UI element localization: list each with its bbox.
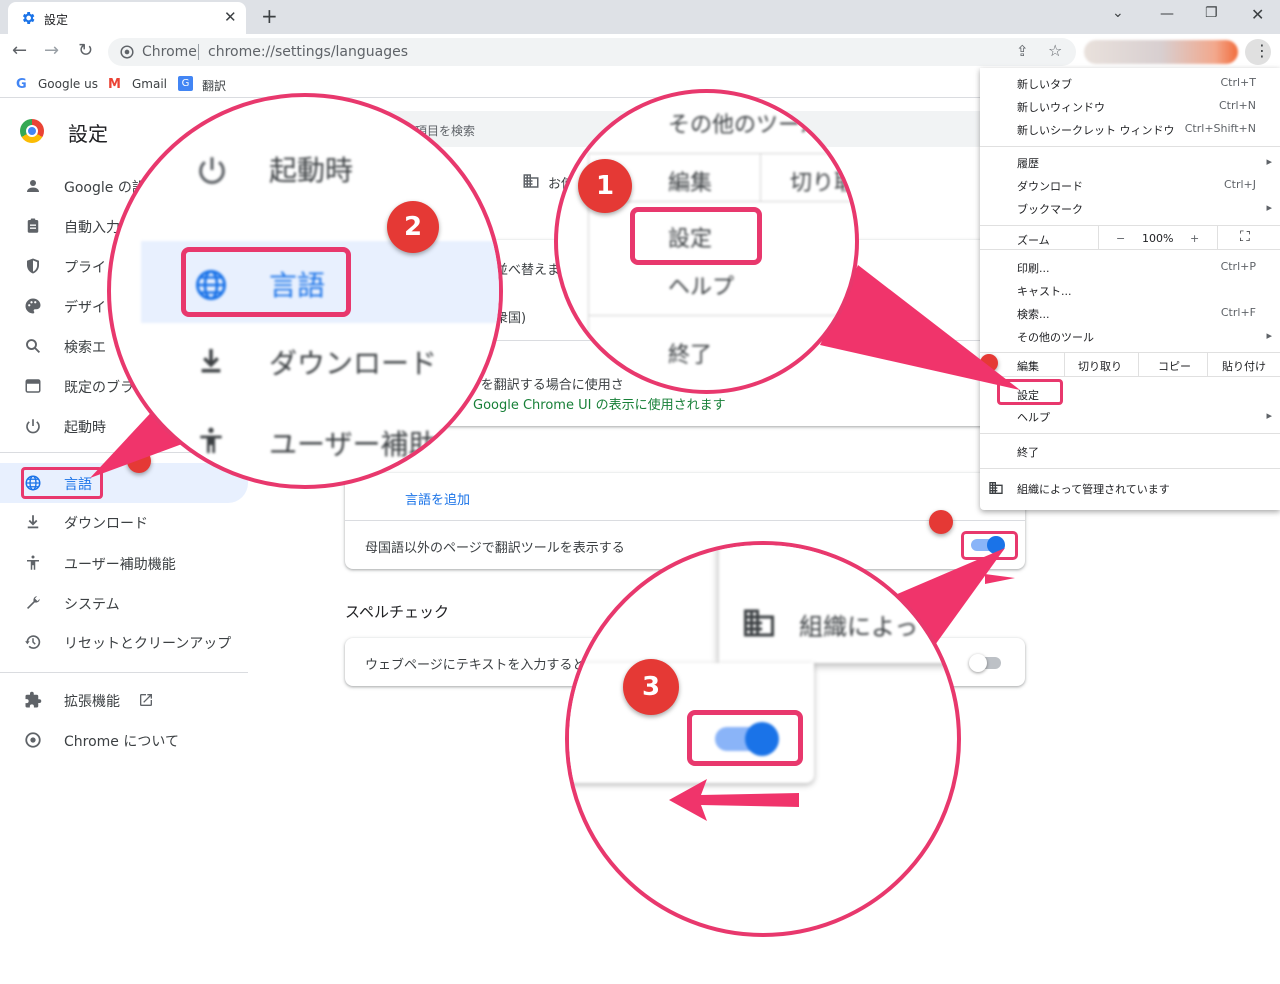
zoom-edit: 編集 xyxy=(668,171,713,196)
accessibility-icon xyxy=(200,427,222,453)
zoom-circle-sidebar: 起動時 言語 ダウンロード ユーザー補助機 2 xyxy=(107,93,503,489)
zoom-startup-label: 起動時 xyxy=(269,154,354,187)
highlight-zoom-toggle xyxy=(687,710,803,766)
step1-badge: 1 xyxy=(578,159,632,213)
zoom-managed-label: 組織によって xyxy=(799,613,942,641)
download-icon xyxy=(201,349,221,373)
zoom-circle-menu: その他のツール 編集 切り取 設定 ヘルプ 終了 1 xyxy=(554,89,859,394)
zoom-circle-toggle: 組織によって 3 xyxy=(565,541,961,937)
managed-building-icon xyxy=(744,609,774,637)
highlight-zoom-language xyxy=(181,247,351,317)
zoom-exit: 終了 xyxy=(668,343,713,368)
zoom-cut: 切り取 xyxy=(790,171,857,196)
zoom-accessibility-label: ユーザー補助機 xyxy=(269,428,465,461)
power-icon xyxy=(199,157,225,184)
step2-badge: 2 xyxy=(387,201,439,253)
zoom-help: ヘルプ xyxy=(668,275,735,300)
zoom-menu-bottom xyxy=(719,545,957,663)
arrow-left-icon xyxy=(669,779,799,821)
zoom-download-label: ダウンロード xyxy=(269,347,438,380)
zoom-more-tools: その他のツール xyxy=(668,113,823,138)
highlight-zoom-settings xyxy=(630,207,762,265)
step3-badge: 3 xyxy=(623,659,679,715)
